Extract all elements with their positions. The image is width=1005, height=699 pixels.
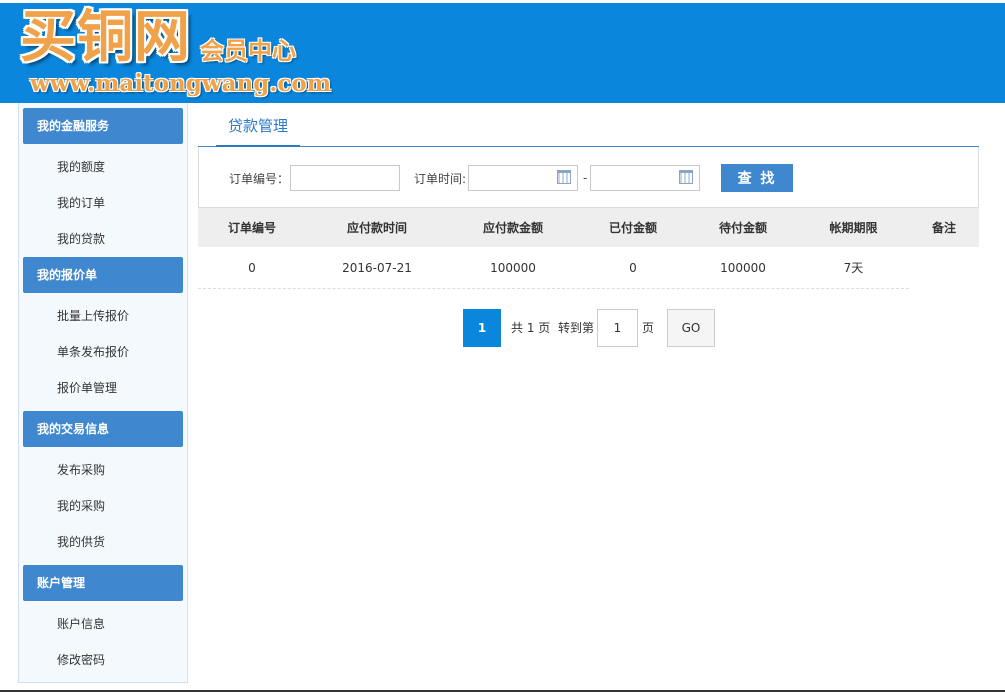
sidebar-item-account-info[interactable]: 账户信息 <box>57 614 105 634</box>
sidebar-group-finance[interactable]: 我的金融服务 <box>23 108 183 144</box>
cell-pending-amount: 100000 <box>720 261 766 275</box>
site-logo[interactable]: 买铜网 <box>20 6 191 68</box>
goto-page-label: 转到第 <box>558 321 595 335</box>
sidebar-group-trade[interactable]: 我的交易信息 <box>23 411 183 447</box>
go-button[interactable]: GO <box>667 309 715 347</box>
sidebar-group-account[interactable]: 账户管理 <box>23 565 183 601</box>
tab-loan-management[interactable]: 贷款管理 <box>216 113 301 147</box>
sidebar-item-change-password[interactable]: 修改密码 <box>57 650 105 670</box>
sidebar: 我的金融服务 我的额度 我的订单 我的贷款 我的报价单 批量上传报价 单条发布报… <box>18 103 188 683</box>
cell-paid-amount: 0 <box>629 261 637 275</box>
header-top-line <box>0 0 1005 3</box>
member-center-title: 会员中心 <box>200 37 296 65</box>
cell-due-amount: 100000 <box>490 261 536 275</box>
page-1-button[interactable]: 1 <box>463 309 501 347</box>
sidebar-item-my-supply[interactable]: 我的供货 <box>57 532 105 552</box>
column-paid-amount: 已付金额 <box>608 221 657 235</box>
cell-order-no: 0 <box>248 261 256 275</box>
sidebar-item-batch-upload-quote[interactable]: 批量上传报价 <box>57 306 129 326</box>
goto-page-input[interactable] <box>597 309 638 347</box>
sidebar-item-quote-management[interactable]: 报价单管理 <box>57 378 117 398</box>
table-header: 订单编号 应付款时间 应付款金额 已付金额 待付金额 帐期期限 备注 <box>198 207 979 247</box>
order-no-label: 订单编号： <box>229 172 290 186</box>
pagination: 1 共 1 页 转到第 页 GO <box>198 309 979 347</box>
sidebar-item-my-quota[interactable]: 我的额度 <box>57 157 105 177</box>
sidebar-group-quotes[interactable]: 我的报价单 <box>23 257 183 293</box>
column-order-no: 订单编号 <box>227 221 276 235</box>
column-due-amount: 应付款金额 <box>482 221 543 235</box>
cell-due-date: 2016-07-21 <box>342 261 412 275</box>
column-payment-term: 帐期期限 <box>829 221 878 235</box>
order-time-label: 订单时间: <box>414 172 467 186</box>
search-panel: 订单编号： 订单时间: - 查 找 <box>198 147 979 209</box>
tab-bar: 贷款管理 <box>198 103 979 147</box>
sidebar-item-my-purchases[interactable]: 我的采购 <box>57 496 105 516</box>
date-range-separator: - <box>583 171 588 185</box>
total-pages-text: 共 1 页 <box>511 321 551 335</box>
calendar-icon[interactable] <box>679 170 693 184</box>
column-remarks: 备注 <box>931 221 956 235</box>
sidebar-item-my-orders[interactable]: 我的订单 <box>57 193 105 213</box>
site-header: 买铜网 会员中心 www.maitongwang.com <box>0 0 1005 103</box>
footer-divider <box>0 690 1005 692</box>
sidebar-item-my-loans[interactable]: 我的贷款 <box>57 229 105 249</box>
calendar-icon[interactable] <box>557 170 571 184</box>
search-button[interactable]: 查 找 <box>721 164 793 192</box>
order-no-input[interactable] <box>290 165 400 191</box>
column-pending-amount: 待付金额 <box>718 221 767 235</box>
site-url: www.maitongwang.com <box>30 70 332 97</box>
sidebar-item-single-quote[interactable]: 单条发布报价 <box>57 342 129 362</box>
page-unit-label: 页 <box>642 321 655 335</box>
sidebar-item-publish-purchase[interactable]: 发布采购 <box>57 460 105 480</box>
table-row: 0 2016-07-21 100000 0 100000 7天 <box>198 247 909 289</box>
cell-payment-term: 7天 <box>843 261 864 275</box>
column-due-date: 应付款时间 <box>346 221 407 235</box>
